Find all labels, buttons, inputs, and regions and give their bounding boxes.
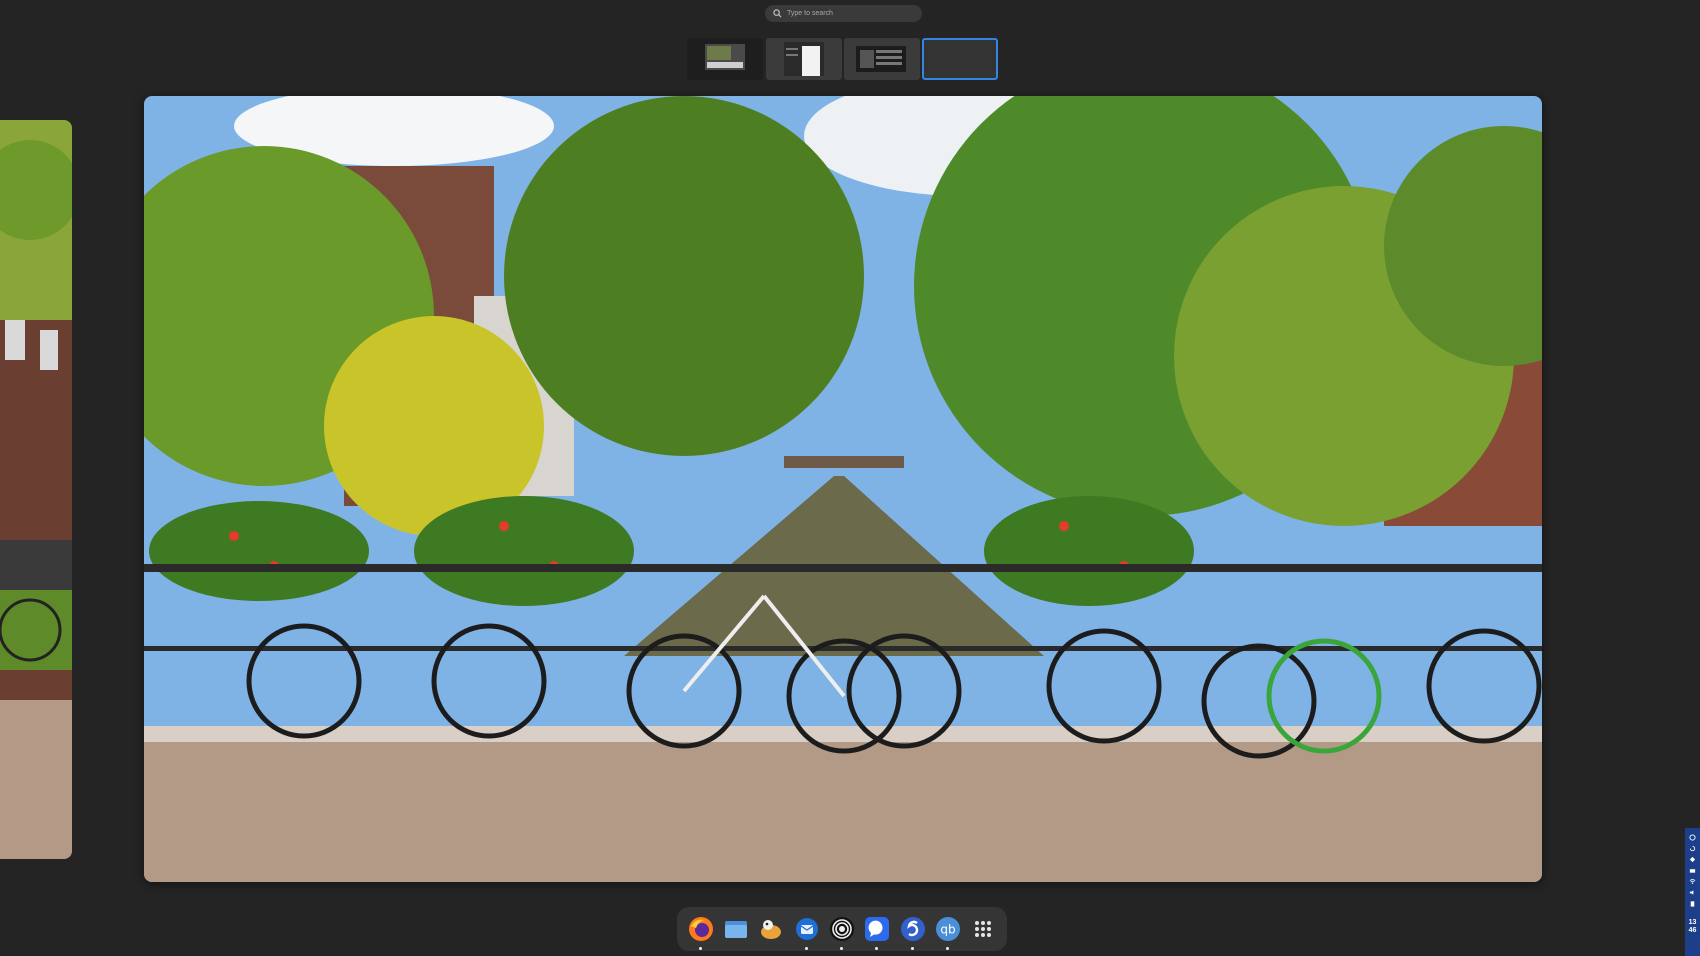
dock-simplenote[interactable] — [899, 915, 927, 950]
running-indicator — [875, 947, 879, 950]
clock: 13 46 — [1689, 919, 1697, 935]
search-placeholder: Type to search — [787, 10, 833, 17]
workspace-1-preview — [705, 44, 745, 70]
dock: qb — [677, 907, 1007, 951]
duck-icon — [761, 920, 782, 939]
dock-screen-recorder[interactable] — [828, 915, 856, 950]
record-icon — [829, 917, 854, 941]
battery-icon — [1690, 901, 1695, 907]
canal-bicycles-wallpaper — [144, 96, 1542, 882]
running-indicator — [698, 947, 702, 950]
qb-icon: qb — [935, 917, 960, 941]
folder-icon — [724, 921, 747, 938]
thunderbird-icon — [795, 918, 818, 940]
clock-hour: 13 — [1688, 919, 1697, 926]
running-indicator — [910, 947, 914, 950]
adjacent-workspace-window[interactable] — [0, 120, 72, 859]
dock-qbittorrent[interactable]: qb — [934, 915, 962, 950]
desktop-wallpaper-window[interactable] — [144, 96, 1542, 882]
s-logo-icon — [900, 917, 925, 941]
clock-minute: 46 — [1688, 927, 1697, 934]
svg-text:qb: qb — [940, 923, 955, 937]
workspace-3-preview — [856, 46, 906, 72]
system-tray[interactable]: 13 46 — [1685, 828, 1700, 956]
volume-icon — [1689, 890, 1694, 895]
dock-files[interactable] — [722, 915, 750, 943]
dock-firefox[interactable] — [687, 915, 715, 950]
firefox-icon — [688, 917, 713, 941]
workspace-thumbnail-1[interactable] — [687, 38, 763, 80]
workspace-2-preview — [784, 42, 824, 76]
dock-signal[interactable] — [863, 915, 891, 950]
running-indicator — [804, 947, 808, 950]
refresh-icon — [1689, 845, 1696, 852]
running-indicator — [945, 947, 949, 950]
workspace-thumbnail-4[interactable] — [922, 38, 998, 80]
app-grid-icon — [975, 921, 992, 937]
adjacent-window-wallpaper — [0, 120, 72, 859]
workspace-thumbnail-3[interactable] — [844, 38, 920, 80]
briefcase-icon — [1689, 869, 1696, 873]
workspace-thumbnail-2[interactable] — [766, 38, 842, 80]
search-bar[interactable]: Type to search — [765, 5, 922, 22]
diamond-icon — [1689, 856, 1696, 863]
dock-gajim[interactable] — [757, 915, 785, 943]
running-indicator — [839, 947, 843, 950]
search-icon — [773, 9, 782, 18]
dock-show-apps[interactable] — [969, 915, 997, 943]
chat-bubble-icon — [865, 917, 890, 941]
dock-thunderbird[interactable] — [793, 915, 821, 950]
wifi-icon — [1689, 879, 1696, 884]
power-icon — [1689, 834, 1696, 841]
